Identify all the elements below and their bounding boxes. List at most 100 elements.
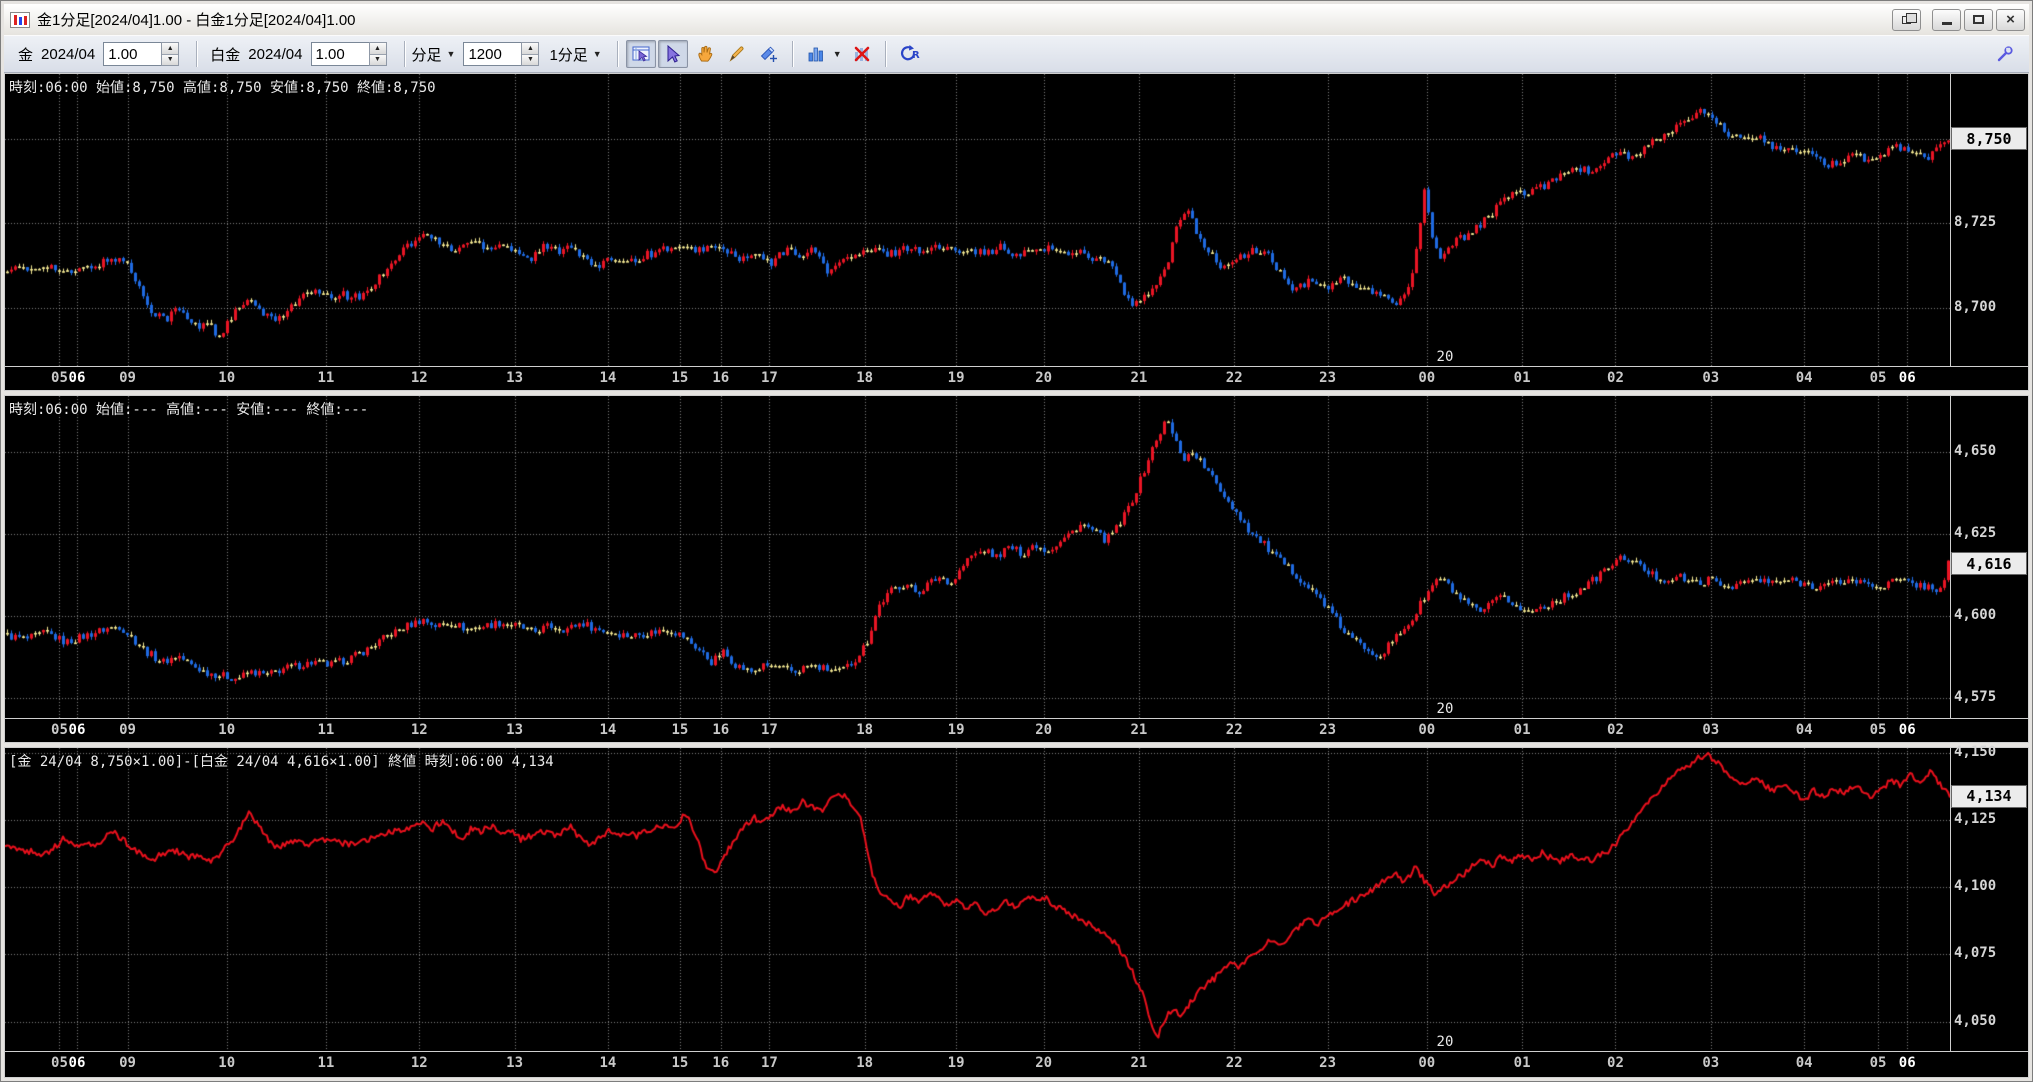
platinum-current-price-badge: 4,616 — [1951, 552, 2027, 576]
marker-move-icon — [760, 46, 777, 62]
gold-plot[interactable]: 時刻:06:00 始値:8,750 高値:8,750 安値:8,750 終値:8… — [5, 74, 1950, 366]
pencil-draw-button[interactable] — [722, 40, 752, 68]
x-tick-label: 16 — [712, 370, 730, 386]
chart-cursor-button[interactable] — [625, 40, 656, 68]
x-tick-label: 20 — [1035, 722, 1053, 738]
app-window: 金1分足[2024/04]1.00 - 白金1分足[2024/04]1.00 ×… — [0, 0, 2033, 1082]
gold-ohlc-readout: 時刻:06:00 始値:8,750 高値:8,750 安値:8,750 終値:8… — [9, 80, 436, 96]
x-tick-label: 21 — [1130, 1055, 1148, 1071]
x-tick-label: 11 — [317, 370, 335, 386]
x-tick-label: 12 — [410, 1055, 428, 1071]
platinum-multiplier-stepper: ▲▼ — [310, 42, 387, 66]
x-tick-label: 09 — [119, 1055, 136, 1071]
x-tick-label: 03 — [1702, 370, 1720, 386]
chevron-down-icon: ▼ — [446, 49, 456, 59]
toolbar: 金 2024/04 ▲▼ 白金 2024/04 ▲▼ 分足 ▼ ▲▼ 1分足 ▼ — [4, 35, 2029, 73]
platinum-date-label: 20 — [1436, 701, 1454, 717]
x-tick-label: 15 — [671, 370, 689, 386]
cascade-icon — [1902, 12, 1917, 24]
x-tick-label: 18 — [856, 1055, 874, 1071]
close-button[interactable]: × — [1996, 8, 2025, 31]
x-tick-label: 06 — [1898, 1055, 1916, 1071]
marker-move-button[interactable] — [754, 40, 784, 68]
platinum-ohlc-readout: 時刻:06:00 始値:--- 高値:--- 安値:--- 終値:--- — [9, 402, 369, 418]
x-tick-label: 14 — [599, 722, 617, 738]
x-tick-label: 18 — [856, 370, 874, 386]
x-tick-label: 17 — [760, 722, 778, 738]
x-tick-label: 18 — [856, 722, 874, 738]
toolbar-separator — [403, 41, 405, 67]
x-tick-label: 19 — [947, 722, 965, 738]
bar-type-dropdown[interactable]: 分足 ▼ — [412, 44, 456, 65]
platinum-plot[interactable]: 時刻:06:00 始値:--- 高値:--- 安値:--- 終値:--- 20 — [5, 396, 1950, 718]
gold-date-label: 20 — [1436, 349, 1454, 365]
wrench-icon — [1997, 46, 2013, 62]
spread-date-label: 20 — [1436, 1034, 1454, 1050]
spin-up-icon[interactable]: ▲ — [522, 43, 539, 55]
x-tick-label: 16 — [712, 1055, 730, 1071]
spin-down-icon[interactable]: ▼ — [369, 54, 386, 65]
toolbar-separator — [616, 41, 618, 67]
minimize-button[interactable] — [1932, 8, 1961, 31]
x-tick-label: 01 — [1513, 722, 1531, 738]
gold-contract-month: 2024/04 — [41, 45, 96, 63]
bar-chart-type-button[interactable] — [801, 40, 831, 68]
window-title: 金1分足[2024/04]1.00 - 白金1分足[2024/04]1.00 — [37, 12, 356, 29]
y-tick-label: 4,150 — [1954, 744, 1997, 761]
platinum-multiplier-input[interactable] — [310, 42, 369, 66]
chart-area: 時刻:06:00 始値:8,750 高値:8,750 安値:8,750 終値:8… — [4, 73, 2029, 1078]
x-tick-label: 23 — [1319, 1055, 1337, 1071]
maximize-button[interactable] — [1964, 8, 1993, 31]
gold-candles-canvas — [5, 74, 1950, 366]
titlebar: 金1分足[2024/04]1.00 - 白金1分足[2024/04]1.00 × — [4, 4, 2029, 35]
x-tick-label: 00 — [1418, 370, 1436, 386]
select-cursor-button[interactable] — [657, 40, 688, 68]
x-tick-label: 06 — [68, 370, 86, 386]
reload-chart-button[interactable]: R — [894, 40, 924, 68]
platinum-multiplier-spinner[interactable]: ▲ ▼ — [368, 42, 387, 66]
bar-count-input[interactable] — [463, 42, 522, 66]
spin-up-icon[interactable]: ▲ — [162, 43, 179, 55]
delete-drawing-button[interactable] — [847, 40, 877, 68]
x-tick-label: 03 — [1702, 722, 1720, 738]
pan-hand-button[interactable] — [690, 40, 720, 68]
gold-multiplier-input[interactable] — [103, 42, 162, 66]
bar-type-label: 分足 — [411, 46, 442, 64]
y-tick-label: 4,625 — [1954, 525, 1997, 541]
cascade-window-button[interactable] — [1892, 8, 1921, 31]
x-tick-label: 06 — [68, 722, 86, 738]
x-tick-label: 06 — [1898, 370, 1916, 386]
x-tick-label: 22 — [1225, 722, 1243, 738]
spin-down-icon[interactable]: ▼ — [522, 54, 539, 65]
x-tick-label: 20 — [1035, 1055, 1053, 1071]
bar-period-dropdown[interactable]: 1分足 ▼ — [549, 44, 601, 65]
x-tick-label: 13 — [506, 370, 524, 386]
x-tick-label: 23 — [1319, 722, 1337, 738]
spread-formula-readout: [金 24/04 8,750×1.00]-[白金 24/04 4,616×1.0… — [9, 754, 554, 770]
chart-type-dropdown-arrow[interactable]: ▼ — [833, 49, 842, 59]
spin-up-icon[interactable]: ▲ — [369, 43, 386, 55]
gold-label: 金 — [18, 46, 34, 64]
chart-cursor-icon — [632, 46, 650, 62]
x-tick-label: 05 — [51, 370, 68, 386]
x-tick-label: 11 — [317, 722, 335, 738]
gold-multiplier-spinner[interactable]: ▲ ▼ — [161, 42, 180, 66]
gold-chart-panel: 時刻:06:00 始値:8,750 高値:8,750 安値:8,750 終値:8… — [4, 73, 2029, 391]
y-tick-label: 8,725 — [1954, 214, 1997, 231]
chevron-down-icon: ▼ — [592, 49, 602, 59]
delete-drawing-icon — [854, 46, 869, 62]
x-tick-label: 09 — [119, 370, 136, 386]
x-tick-label: 05 — [51, 1055, 68, 1071]
spin-down-icon[interactable]: ▼ — [162, 54, 179, 65]
spread-plot[interactable]: [金 24/04 8,750×1.00]-[白金 24/04 4,616×1.0… — [5, 748, 1950, 1051]
x-tick-label: 06 — [1898, 722, 1916, 738]
x-tick-label: 02 — [1607, 1055, 1624, 1071]
pencil-draw-icon — [729, 46, 744, 62]
bar-count-spinner[interactable]: ▲ ▼ — [521, 42, 540, 66]
x-tick-label: 05 — [1869, 370, 1887, 386]
gold-multiplier-stepper: ▲▼ — [103, 42, 180, 66]
app-icon — [10, 11, 30, 28]
settings-wrench-button[interactable] — [1990, 40, 2020, 68]
x-tick-label: 00 — [1418, 722, 1436, 738]
x-tick-label: 12 — [410, 370, 428, 386]
